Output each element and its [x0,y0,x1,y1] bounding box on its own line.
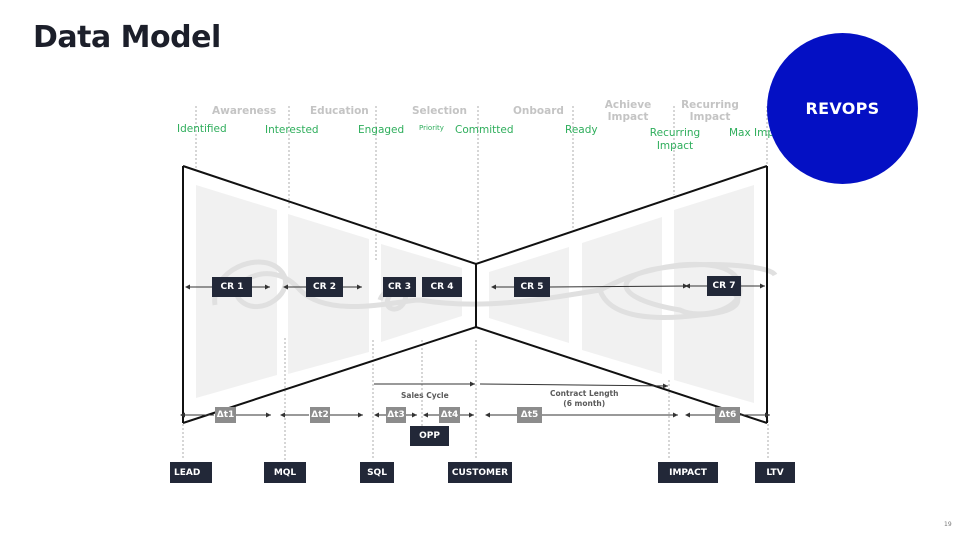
delta-box: Δt2 [310,407,330,423]
delta-box: Δt3 [386,407,406,423]
funnel-panel [582,217,662,374]
delta-box: Δt6 [715,407,740,423]
state-recurring-impact: Recurring Impact [649,127,701,152]
cr-box: CR 3 [383,277,416,297]
page-number: 19 [944,521,952,528]
stage-onboard: Onboard [513,105,564,117]
milestone-customer: CUSTOMER [448,462,512,483]
stage-achieve-impact: Achieve Impact [604,99,652,123]
state-identified: Identified [177,123,227,135]
stage-recurring-impact: Recurring Impact [681,99,739,123]
cr-arrow [549,283,689,289]
duration-arrows [374,381,669,389]
state-committed: Committed [455,124,514,136]
revops-badge: REVOPS [767,33,918,184]
stage-selection: Selection [412,105,467,117]
stage-education: Education [310,105,369,117]
cr-box: CR 5 [514,277,550,297]
state-priority: Priority [419,124,444,132]
milestone-sql: SQL [360,462,394,483]
contract-length-duration: (6 month) [563,399,606,408]
milestone-ltv: LTV [755,462,795,483]
milestone-impact: IMPACT [658,462,718,483]
state-engaged: Engaged [358,124,405,136]
cr-box: CR 2 [306,277,343,297]
milestone-lead: LEAD [170,462,212,483]
delta-box: Δt5 [517,407,542,423]
opp-box: OPP [410,426,449,446]
cr-box: CR 4 [422,277,462,297]
contract-length-arrow [479,383,669,389]
contract-length-label: Contract Length (6 month) [550,389,618,409]
milestone-mql: MQL [264,462,306,483]
state-ready: Ready [565,124,598,136]
stage-awareness: Awareness [212,105,277,117]
state-interested: Interested [265,124,319,136]
delta-box: Δt1 [215,407,236,423]
delta-box: Δt4 [439,407,460,423]
cr-box: CR 1 [212,277,252,297]
contract-length-title: Contract Length [550,389,619,398]
sales-cycle-label: Sales Cycle [401,391,449,400]
revops-label: REVOPS [805,99,880,118]
cr-box: CR 7 [707,276,741,296]
